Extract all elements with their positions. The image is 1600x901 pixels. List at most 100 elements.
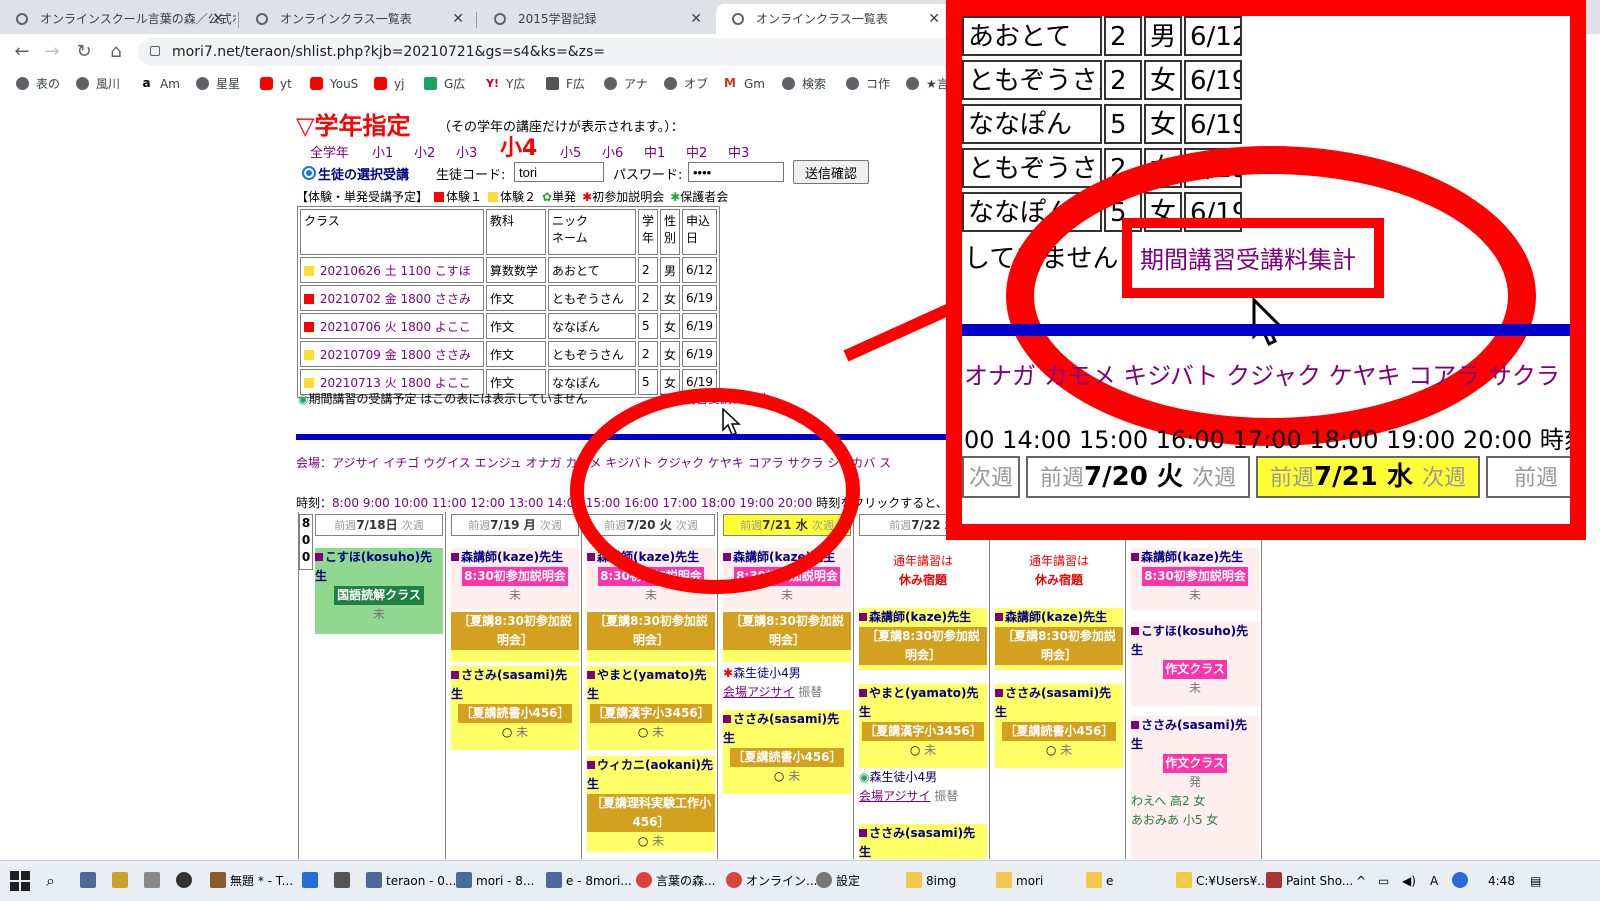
address-bar[interactable]: mori7.net/teraon/shlist.php?kjb=20210721… — [138, 38, 958, 66]
bookmark-item[interactable]: G広 — [424, 74, 465, 94]
tab-2[interactable]: オンラインクラス一覧表 ✕ — [240, 4, 476, 34]
class-card[interactable]: こすほ(kosuho)先生 国語読解クラス 未 — [315, 548, 443, 634]
taskbar-item[interactable]: 言葉の森... — [636, 869, 715, 893]
bookmark-item[interactable]: 検索 — [782, 74, 826, 94]
taskbar-item[interactable]: e — [1086, 869, 1113, 893]
taskbar-item[interactable]: e - 8mori... — [546, 869, 632, 893]
volume-icon[interactable]: ◀) — [1402, 869, 1416, 893]
class-cell[interactable]: 20210709 金 1800 ささみ — [300, 341, 484, 367]
bookmark-item[interactable]: Y! Y広 — [486, 74, 525, 94]
next-week-link[interactable]: 次週 — [402, 519, 424, 532]
search-icon[interactable]: ⌕ — [46, 869, 55, 893]
tray-chevron-icon[interactable]: ^ — [1356, 869, 1366, 893]
next-week-link[interactable]: 次週 — [540, 519, 562, 532]
taskbar-item[interactable]: C:¥Users¥... — [1176, 869, 1269, 893]
taskbar-item[interactable]: オンライン... — [726, 869, 817, 893]
prev-week-link[interactable]: 前週 — [889, 519, 911, 532]
taskbar-item[interactable]: 設定 — [816, 869, 860, 893]
tab-1[interactable]: オンラインスクール言葉の森／公式ホ ✕ — [0, 4, 236, 34]
back-icon[interactable]: ← — [10, 40, 34, 64]
prev-week-link[interactable]: 前週 — [334, 519, 356, 532]
bookmark-item[interactable]: YouS — [310, 74, 358, 94]
bookmark-item[interactable]: 星星 — [196, 74, 240, 94]
grade-link-jh3[interactable]: 中3 — [728, 142, 749, 161]
app-icon[interactable] — [80, 869, 100, 893]
grade-link-jh1[interactable]: 中1 — [644, 142, 665, 161]
clock[interactable]: 4:48 — [1488, 869, 1515, 893]
grade-link-6[interactable]: 小6 — [602, 142, 623, 161]
tab-3[interactable]: 2015学習記録 ✕ — [478, 4, 714, 34]
class-card[interactable]: やまと(yamato)先生 ［夏講漢字小3456］ ○ 未 — [587, 666, 715, 750]
bookmark-item[interactable]: コ作 — [846, 74, 890, 94]
student-entry[interactable]: あおみあ 小5 女 — [1131, 811, 1259, 830]
class-cell[interactable]: 20210706 火 1800 よここ — [300, 313, 484, 339]
url-text[interactable]: mori7.net/teraon/shlist.php?kjb=20210721… — [172, 38, 605, 66]
tab-4-active[interactable]: オンラインクラス一覧表 ✕ — [716, 4, 952, 34]
class-card[interactable]: ささみ(sasami)先生 ［夏講読書小456］ ○ 未 — [723, 710, 851, 794]
taskbar-item[interactable]: mori - 8... — [456, 869, 534, 893]
class-cell[interactable]: 20210702 金 1800 ささみ — [300, 285, 484, 311]
submit-confirm-button[interactable]: 送信確認 — [793, 160, 869, 184]
close-tab-icon[interactable]: ✕ — [452, 4, 464, 34]
bookmark-item[interactable]: M Gm — [724, 74, 765, 94]
app-icon[interactable] — [144, 869, 164, 893]
time-link[interactable]: 9:00 — [363, 496, 390, 510]
class-card[interactable]: ささみ(sasami)先生 — [859, 824, 987, 859]
bookmark-item[interactable]: アナ — [604, 74, 648, 94]
network-icon[interactable]: ▭ — [1378, 869, 1389, 893]
app-icon[interactable] — [112, 869, 132, 893]
class-card[interactable]: ［夏講8:30初参加説明会］ — [587, 612, 715, 662]
student-entry[interactable]: わえへ 高2 女 — [1131, 792, 1259, 811]
time-link[interactable]: 13:00 — [509, 496, 544, 510]
grade-link-2[interactable]: 小2 — [414, 142, 435, 161]
taskbar-item[interactable]: 8img — [906, 869, 956, 893]
bookmark-item[interactable]: 表の — [16, 74, 60, 94]
taskbar-item[interactable]: Paint Sho... — [1266, 869, 1353, 893]
close-tab-icon[interactable]: ✕ — [212, 4, 224, 34]
grade-link-jh2[interactable]: 中2 — [686, 142, 707, 161]
class-card[interactable]: ささみ(sasami)先生 作文クラス 発 わえへ 高2 女 あおみあ 小5 女 — [1131, 716, 1259, 859]
class-card[interactable]: ［夏講8:30初参加説明会］ — [723, 612, 851, 662]
taskbar-item[interactable]: 無題 * - T... — [210, 869, 293, 893]
class-card[interactable]: ［夏講8:30初参加説明会］ — [451, 612, 579, 662]
venue-link[interactable]: 会場アジサイ — [859, 789, 931, 803]
bookmark-item[interactable]: 風川 — [76, 74, 120, 94]
app-icon[interactable] — [176, 869, 196, 893]
bookmark-item[interactable]: yj — [374, 74, 404, 94]
class-card[interactable]: 森講師(kaze)先生 8:30初参加説明会 未 — [451, 548, 579, 610]
student-entry[interactable]: ◉森生徒小4男 会場アジサイ 振替 — [859, 768, 987, 808]
notifications-icon[interactable]: ▤ — [1530, 869, 1541, 893]
class-card[interactable]: やまと(yamato)先生 ［夏講漢字小3456］ ○ 未 — [859, 684, 987, 768]
close-tab-icon[interactable]: ✕ — [690, 4, 702, 34]
class-card[interactable]: こすほ(kosuho)先生 作文クラス 未 — [1131, 622, 1259, 706]
time-link[interactable]: 10:00 — [394, 496, 429, 510]
class-card[interactable]: ささみ(sasami)先生 ［夏講読書小456］ ○ 未 — [995, 684, 1123, 768]
app-icon[interactable] — [302, 869, 322, 893]
time-link[interactable]: 8:00 — [332, 496, 359, 510]
taskbar-item[interactable]: mori — [996, 869, 1043, 893]
bookmark-item[interactable]: F広 — [546, 74, 585, 94]
class-card[interactable]: 森講師(kaze)先生 ［夏講8:30初参加説明会］ — [859, 608, 987, 670]
grade-link-3[interactable]: 小3 — [456, 142, 477, 161]
student-code-input[interactable] — [514, 162, 604, 182]
home-icon[interactable]: ⌂ — [104, 40, 128, 64]
forward-icon[interactable]: → — [40, 40, 64, 64]
taskbar-item[interactable]: teraon - 0... — [366, 869, 456, 893]
bookmark-item[interactable]: ★言 — [906, 74, 949, 94]
windows-start-icon[interactable] — [10, 871, 30, 891]
app-icon[interactable] — [334, 869, 354, 893]
grade-link-5[interactable]: 小5 — [560, 142, 581, 161]
time-link[interactable]: 11:00 — [432, 496, 467, 510]
time-link[interactable]: 12:00 — [470, 496, 505, 510]
class-cell[interactable]: 20210626 土 1100 こすほ — [300, 257, 484, 283]
bookmark-item[interactable]: オブ — [664, 74, 708, 94]
student-entry[interactable]: ✱森生徒小4男 会場アジサイ 振替 — [723, 664, 851, 704]
venue-link[interactable]: 会場アジサイ — [723, 685, 795, 699]
class-card[interactable]: 森講師(kaze)先生 ［夏講8:30初参加説明会］ — [995, 608, 1123, 670]
prev-week-link[interactable]: 前週 — [468, 519, 490, 532]
class-card[interactable]: ささみ(sasami)先生 ［夏講読書小456］ ○ 未 — [451, 666, 579, 750]
ime-icon[interactable]: A — [1430, 869, 1438, 893]
student-select-radio[interactable] — [302, 166, 316, 180]
bookmark-item[interactable]: a Am — [140, 74, 180, 94]
password-input[interactable] — [688, 162, 784, 182]
